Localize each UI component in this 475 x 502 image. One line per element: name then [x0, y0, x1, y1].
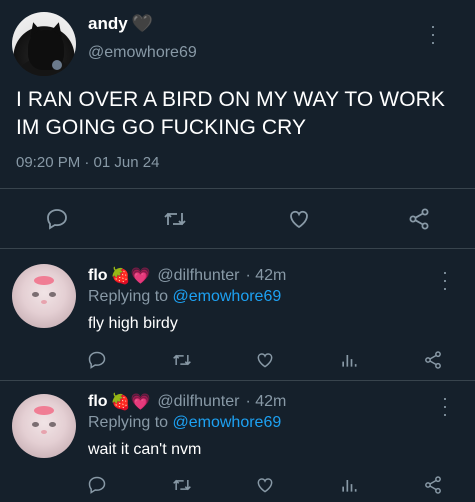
divider: [0, 188, 475, 189]
tweet-timestamp: 09:20 PM · 01 Jun 24: [16, 154, 160, 171]
tweet-text: I RAN OVER A BIRD ON MY WAY TO WORK IM G…: [16, 88, 446, 139]
avatar[interactable]: [12, 264, 76, 328]
reply-header: flo 🍓💗 @dilfhunter · 42m: [88, 266, 286, 286]
share-icon[interactable]: [423, 350, 443, 370]
replying-to: Replying to @emowhore69: [88, 288, 282, 305]
black-heart-emoji: 🖤: [131, 14, 153, 33]
mention-link[interactable]: @emowhore69: [173, 414, 282, 431]
replying-to: Replying to @emowhore69: [88, 414, 282, 431]
name-emoji: 🍓💗: [110, 394, 151, 411]
retweet-icon[interactable]: [171, 475, 193, 495]
reply-time: · 42m: [245, 267, 287, 284]
retweet-icon[interactable]: [162, 207, 188, 231]
share-icon[interactable]: [423, 475, 443, 495]
more-options-icon[interactable]: · · ·: [440, 263, 450, 297]
share-icon[interactable]: [407, 207, 431, 231]
retweet-icon[interactable]: [171, 350, 193, 370]
display-name[interactable]: flo: [88, 393, 108, 411]
user-handle[interactable]: @emowhore69: [88, 44, 197, 62]
reply-icon[interactable]: [87, 475, 107, 495]
user-handle[interactable]: @dilfhunter: [157, 393, 239, 411]
more-options-icon[interactable]: · · ·: [428, 17, 438, 51]
reply-icon[interactable]: [45, 207, 69, 231]
reply-actions: [0, 472, 475, 500]
reply-time: · 42m: [245, 393, 287, 410]
like-icon[interactable]: [287, 207, 311, 231]
avatar[interactable]: [12, 12, 76, 76]
stats-icon[interactable]: [339, 475, 359, 495]
more-options-icon[interactable]: · · ·: [440, 389, 450, 423]
display-name[interactable]: andy 🖤: [88, 14, 153, 34]
stats-icon[interactable]: [339, 350, 359, 370]
name-emoji: 🍓💗: [110, 268, 151, 285]
user-handle[interactable]: @dilfhunter: [157, 267, 239, 285]
reply-icon[interactable]: [87, 350, 107, 370]
divider: [0, 248, 475, 249]
display-name[interactable]: flo: [88, 267, 108, 285]
divider: [0, 380, 475, 381]
reply-header: flo 🍓💗 @dilfhunter · 42m: [88, 392, 286, 412]
mention-link[interactable]: @emowhore69: [173, 288, 282, 305]
like-icon[interactable]: [255, 475, 275, 495]
like-icon[interactable]: [255, 350, 275, 370]
reply-text: wait it can't nvm: [88, 441, 202, 458]
tweet-actions: [0, 200, 475, 236]
reply-actions: [0, 346, 475, 376]
avatar[interactable]: [12, 394, 76, 458]
reply-text: fly high birdy: [88, 315, 178, 332]
